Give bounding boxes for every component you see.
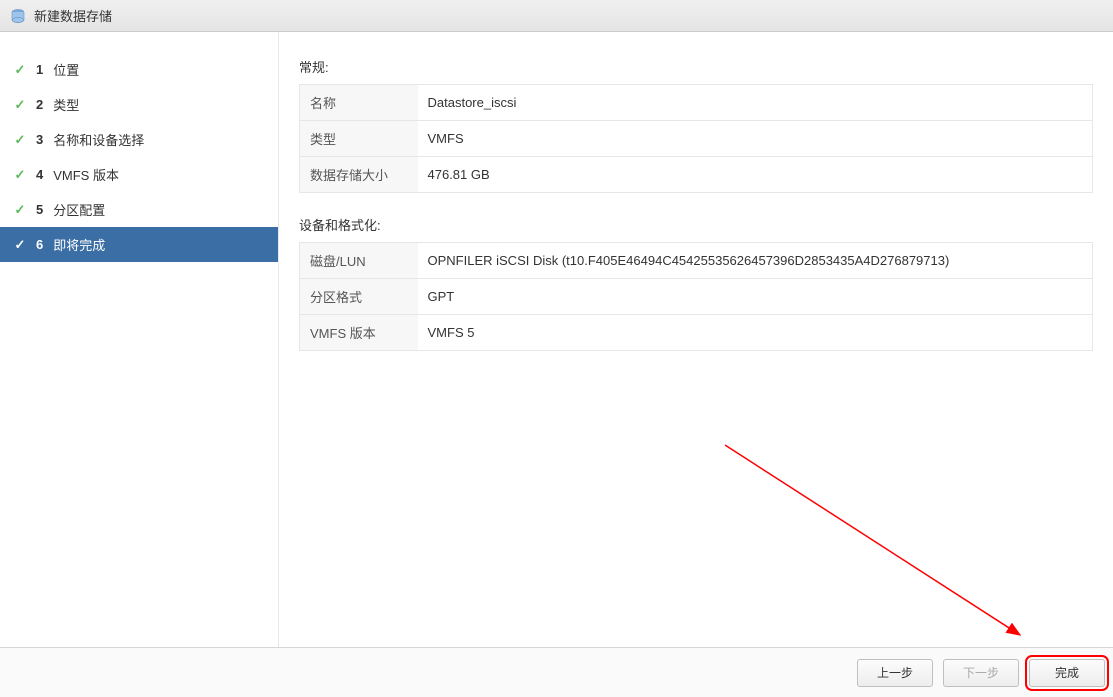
table-row: 名称 Datastore_iscsi <box>300 85 1093 121</box>
step-label: VMFS 版本 <box>53 165 119 184</box>
step-label: 分区配置 <box>53 200 105 219</box>
wizard-step-5[interactable]: ✓ 5 分区配置 <box>0 192 278 227</box>
wizard-step-6[interactable]: ✓ 6 即将完成 <box>0 227 278 262</box>
datastore-icon <box>10 8 26 24</box>
disk-value: OPNFILER iSCSI Disk (t10.F405E46494C4542… <box>418 243 1093 279</box>
table-row: 数据存储大小 476.81 GB <box>300 157 1093 193</box>
step-label: 即将完成 <box>53 235 105 254</box>
step-number: 6 <box>36 237 43 252</box>
footer-buttons: 上一步 下一步 完成 <box>0 647 1113 697</box>
back-button[interactable]: 上一步 <box>857 659 933 687</box>
titlebar-title: 新建数据存储 <box>34 6 112 25</box>
disk-label: 磁盘/LUN <box>300 243 418 279</box>
table-row: VMFS 版本 VMFS 5 <box>300 315 1093 351</box>
type-value: VMFS <box>418 121 1093 157</box>
titlebar: 新建数据存储 <box>0 0 1113 32</box>
check-icon: ✓ <box>12 132 28 148</box>
step-label: 名称和设备选择 <box>53 130 144 149</box>
device-section-title: 设备和格式化: <box>299 215 1093 234</box>
finish-button[interactable]: 完成 <box>1029 659 1105 687</box>
wizard-step-2[interactable]: ✓ 2 类型 <box>0 87 278 122</box>
table-row: 类型 VMFS <box>300 121 1093 157</box>
check-icon: ✓ <box>12 237 28 253</box>
type-label: 类型 <box>300 121 418 157</box>
step-number: 2 <box>36 97 43 112</box>
vmfs-label: VMFS 版本 <box>300 315 418 351</box>
vmfs-value: VMFS 5 <box>418 315 1093 351</box>
partition-value: GPT <box>418 279 1093 315</box>
name-value: Datastore_iscsi <box>418 85 1093 121</box>
step-number: 5 <box>36 202 43 217</box>
content-panel: 常规: 名称 Datastore_iscsi 类型 VMFS 数据存储大小 47… <box>278 32 1113 647</box>
check-icon: ✓ <box>12 97 28 113</box>
size-value: 476.81 GB <box>418 157 1093 193</box>
wizard-step-1[interactable]: ✓ 1 位置 <box>0 52 278 87</box>
wizard-step-3[interactable]: ✓ 3 名称和设备选择 <box>0 122 278 157</box>
partition-label: 分区格式 <box>300 279 418 315</box>
next-button: 下一步 <box>943 659 1019 687</box>
step-label: 类型 <box>53 95 79 114</box>
general-info-table: 名称 Datastore_iscsi 类型 VMFS 数据存储大小 476.81… <box>299 84 1093 193</box>
check-icon: ✓ <box>12 202 28 218</box>
device-info-table: 磁盘/LUN OPNFILER iSCSI Disk (t10.F405E464… <box>299 242 1093 351</box>
table-row: 磁盘/LUN OPNFILER iSCSI Disk (t10.F405E464… <box>300 243 1093 279</box>
name-label: 名称 <box>300 85 418 121</box>
step-label: 位置 <box>53 60 79 79</box>
check-icon: ✓ <box>12 62 28 78</box>
wizard-sidebar: ✓ 1 位置 ✓ 2 类型 ✓ 3 名称和设备选择 ✓ 4 VMFS 版本 ✓ … <box>0 32 278 647</box>
step-number: 3 <box>36 132 43 147</box>
general-section-title: 常规: <box>299 57 1093 76</box>
step-number: 1 <box>36 62 43 77</box>
step-number: 4 <box>36 167 43 182</box>
table-row: 分区格式 GPT <box>300 279 1093 315</box>
wizard-step-4[interactable]: ✓ 4 VMFS 版本 <box>0 157 278 192</box>
main-container: ✓ 1 位置 ✓ 2 类型 ✓ 3 名称和设备选择 ✓ 4 VMFS 版本 ✓ … <box>0 32 1113 647</box>
check-icon: ✓ <box>12 167 28 183</box>
size-label: 数据存储大小 <box>300 157 418 193</box>
